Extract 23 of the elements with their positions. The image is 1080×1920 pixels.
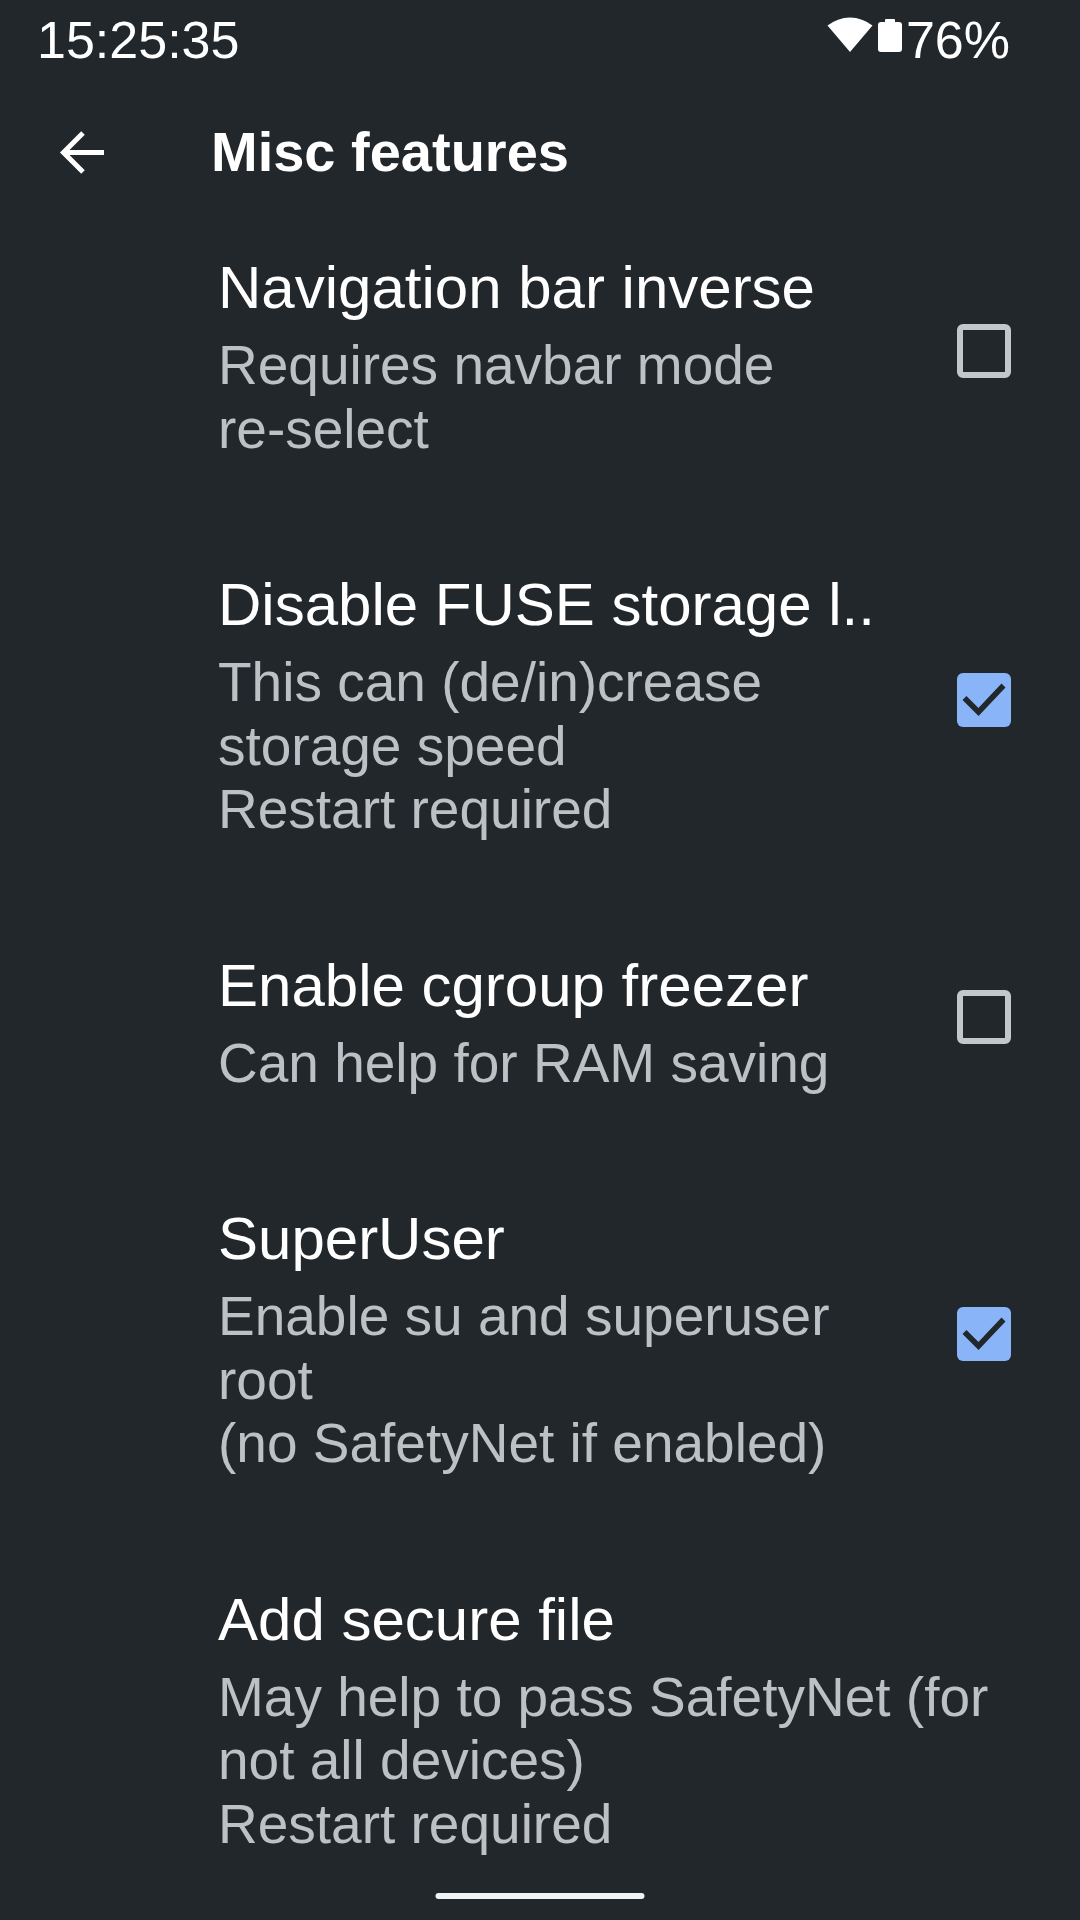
preference-summary: Can help for RAM saving — [218, 1031, 831, 1095]
preference-title: Add secure file — [218, 1584, 616, 1655]
preference-title: Enable cgroup freezer — [218, 950, 810, 1021]
checkmark-icon — [962, 683, 1006, 717]
back-arrow-icon[interactable] — [59, 128, 105, 176]
preference-summary: This can (de/in)crease storage speed Restart required — [218, 651, 764, 842]
checkbox[interactable] — [957, 989, 1011, 1044]
preference-summary: May help to pass SafetyNet (for not all devices) Restart required — [218, 1665, 990, 1856]
preference-title: Disable FUSE storage l.. — [218, 570, 876, 640]
checkbox[interactable] — [957, 672, 1011, 727]
preference-title: SuperUser — [218, 1204, 506, 1274]
gesture-handle[interactable] — [435, 1893, 645, 1899]
preference-summary: Enable su and superuser root (no SafetyNet if enabled) — [218, 1285, 831, 1476]
checkbox[interactable] — [957, 324, 1011, 378]
status-time: 15:25:35 — [37, 10, 240, 70]
battery-icon — [877, 19, 902, 52]
checkmark-icon — [962, 1317, 1006, 1351]
checkbox[interactable] — [957, 1306, 1011, 1361]
preference-title: Navigation bar inverse — [218, 253, 816, 323]
screen-title: Misc features — [211, 119, 569, 185]
battery-percentage: 76% — [905, 10, 1010, 70]
wifi-icon — [826, 17, 873, 52]
preference-summary: Requires navbar mode re-select — [218, 334, 776, 461]
